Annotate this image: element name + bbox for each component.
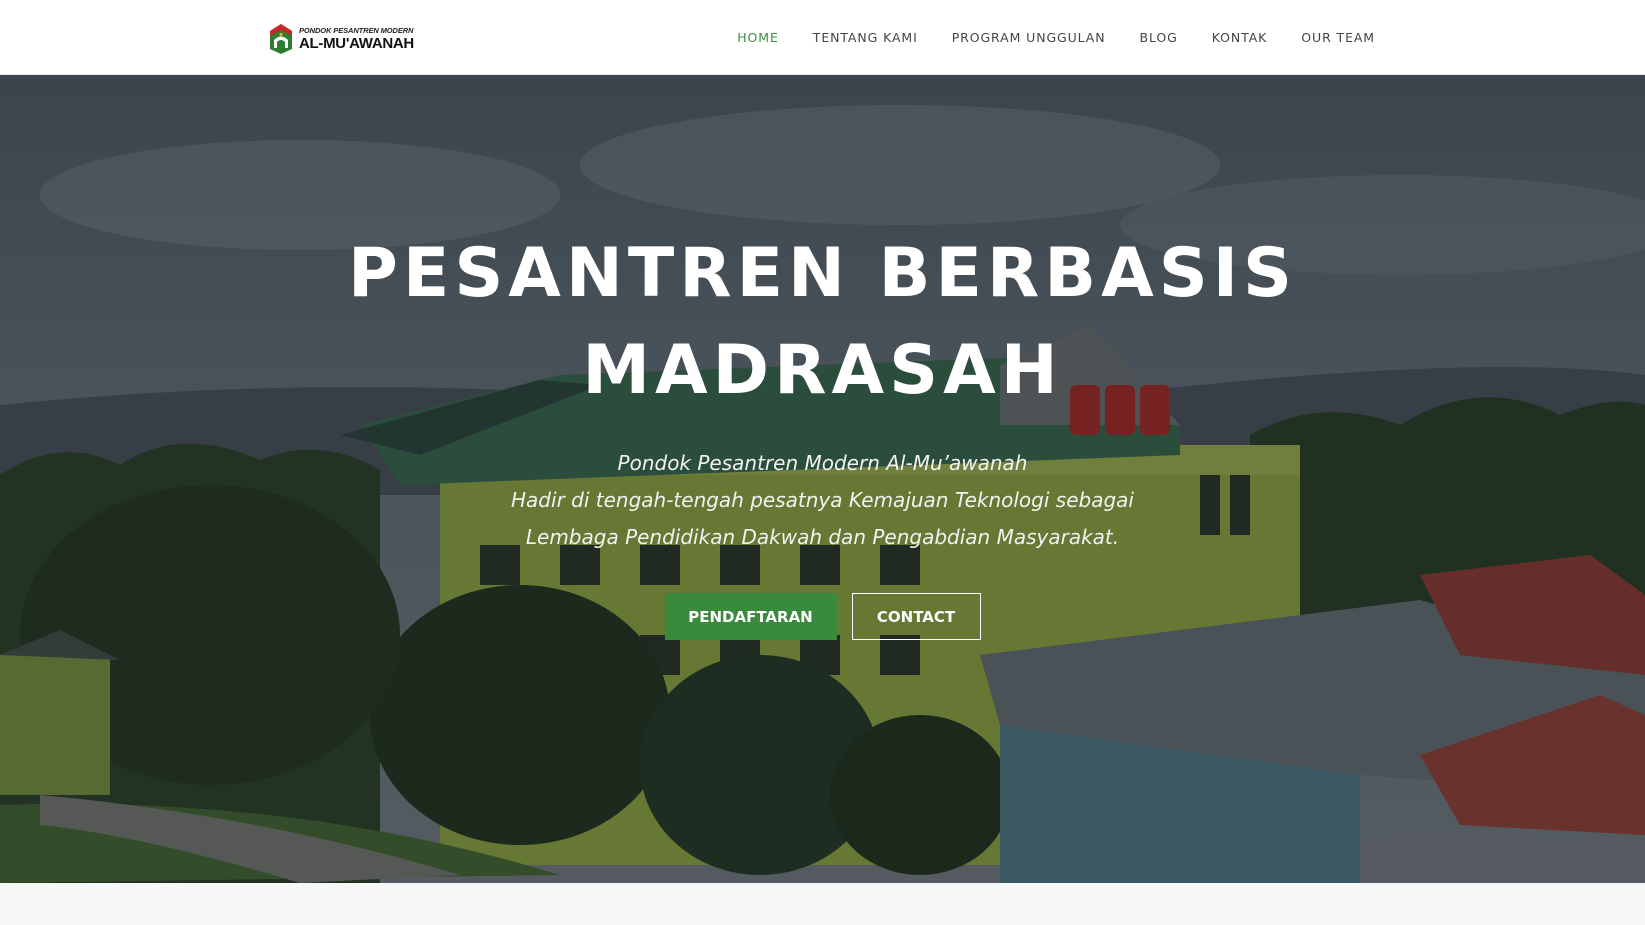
brand-text: PONDOK PESANTREN MODERN AL-MU'AWANAH bbox=[299, 27, 414, 52]
hero-section: PESANTREN BERBASIS MADRASAH Pondok Pesan… bbox=[0, 75, 1645, 883]
hero-buttons: PENDAFTARAN CONTACT bbox=[0, 593, 1645, 640]
hero-title-line-1: PESANTREN BERBASIS bbox=[348, 234, 1297, 313]
hero-subtitle-line-2: Hadir di tengah-tengah pesatnya Kemajuan… bbox=[511, 488, 1134, 512]
hero-subtitle-line-3: Lembaga Pendidikan Dakwah dan Pengabdian… bbox=[525, 525, 1120, 549]
nav-item-our-team[interactable]: OUR TEAM bbox=[1301, 30, 1375, 45]
brand-tagline: PONDOK PESANTREN MODERN bbox=[299, 25, 414, 35]
nav-item-home[interactable]: HOME bbox=[737, 30, 779, 45]
hero-title: PESANTREN BERBASIS MADRASAH bbox=[273, 225, 1373, 419]
main-nav: HOME TENTANG KAMI PROGRAM UNGGULAN BLOG … bbox=[737, 0, 1375, 75]
nav-item-kontak[interactable]: KONTAK bbox=[1212, 30, 1268, 45]
brand-name: AL-MU'AWANAH bbox=[299, 35, 414, 53]
nav-item-blog[interactable]: BLOG bbox=[1140, 30, 1178, 45]
nav-item-program-unggulan[interactable]: PROGRAM UNGGULAN bbox=[952, 30, 1106, 45]
nav-item-tentang-kami[interactable]: TENTANG KAMI bbox=[813, 30, 918, 45]
hero-title-line-2: MADRASAH bbox=[582, 331, 1063, 410]
top-navbar: PONDOK PESANTREN MODERN AL-MU'AWANAH HOM… bbox=[0, 0, 1645, 75]
pendaftaran-button[interactable]: PENDAFTARAN bbox=[664, 593, 837, 640]
hero-subtitle-line-1: Pondok Pesantren Modern Al-Mu’awanah bbox=[617, 451, 1028, 475]
brand-logo[interactable]: PONDOK PESANTREN MODERN AL-MU'AWANAH bbox=[268, 22, 414, 56]
hero-content: PESANTREN BERBASIS MADRASAH Pondok Pesan… bbox=[0, 75, 1645, 640]
hero-subtitle: Pondok Pesantren Modern Al-Mu’awanah Had… bbox=[0, 445, 1645, 556]
mosque-emblem-icon bbox=[270, 24, 292, 54]
contact-button[interactable]: CONTACT bbox=[851, 593, 981, 640]
next-section bbox=[0, 883, 1645, 925]
